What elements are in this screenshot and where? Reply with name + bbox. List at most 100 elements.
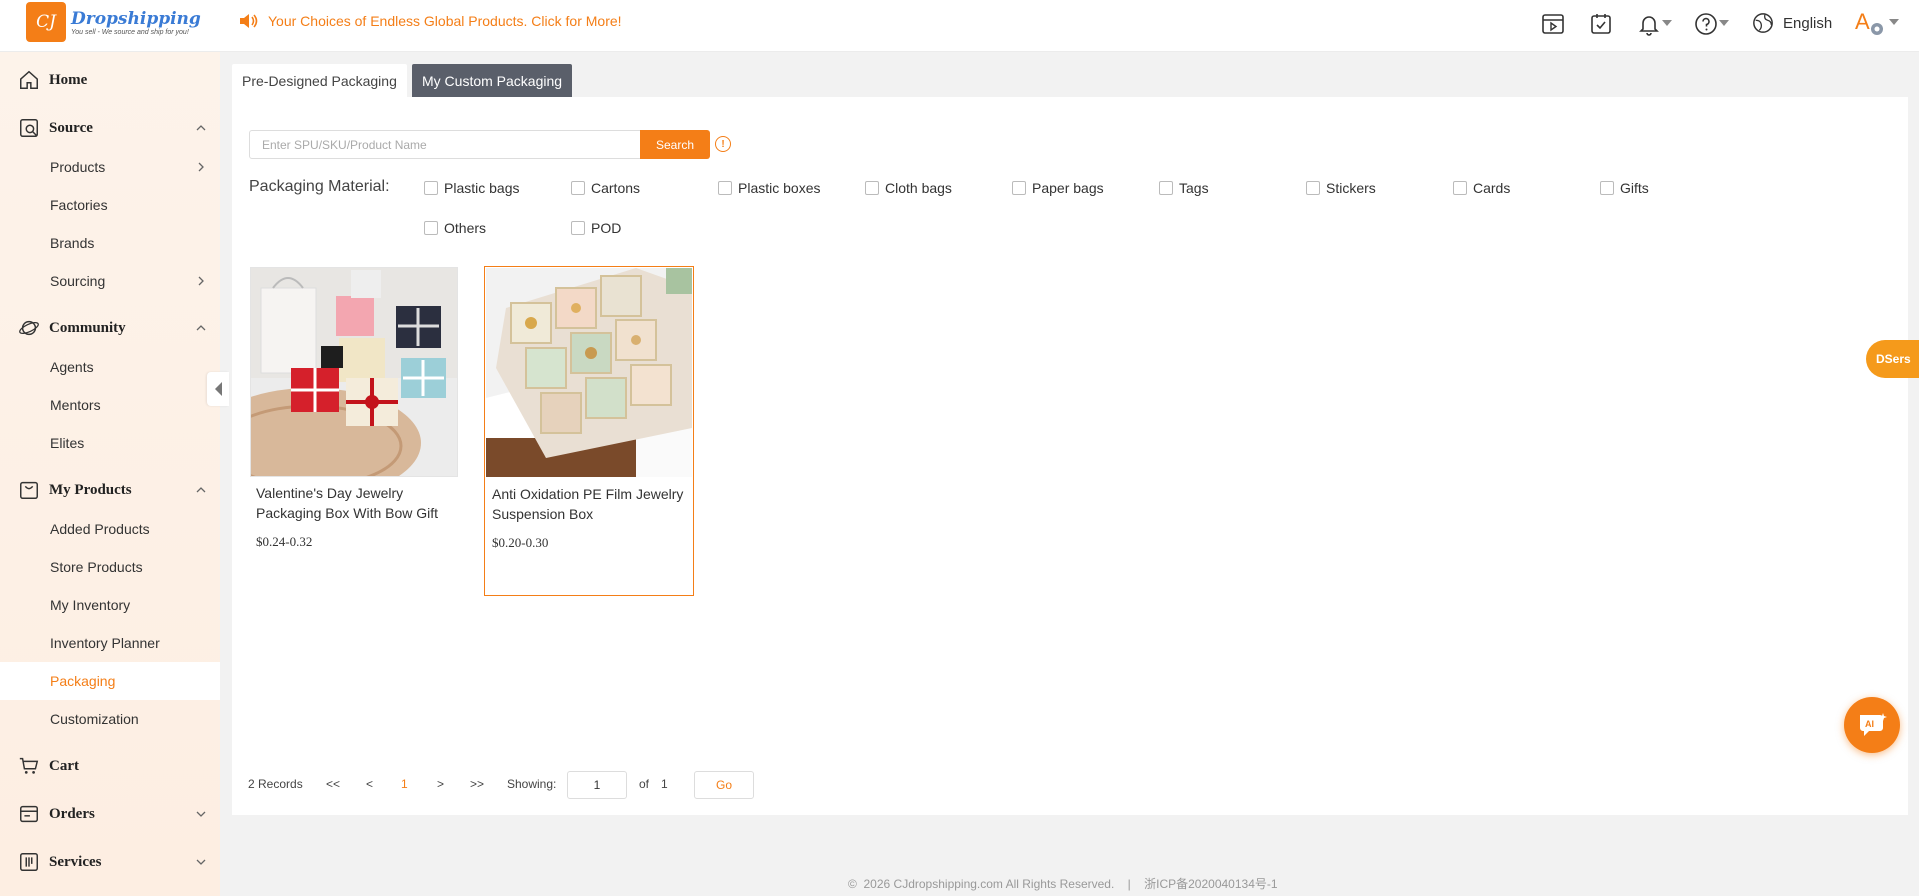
sidebar-item-my-inventory[interactable]: My Inventory [0, 586, 220, 624]
last-page-button[interactable]: >> [470, 777, 484, 791]
page-number-input[interactable] [567, 771, 627, 799]
top-header: CJ Dropshipping You sell - We source and… [0, 0, 1919, 52]
chevron-right-icon [198, 162, 204, 172]
chat-bubble-icon: AI [1860, 713, 1887, 736]
filter-cards[interactable]: Cards [1453, 180, 1510, 196]
tab-my-custom-packaging[interactable]: My Custom Packaging [412, 64, 573, 97]
sidebar-item-sourcing[interactable]: Sourcing [0, 262, 220, 300]
sidebar-item-elites[interactable]: Elites [0, 424, 220, 462]
sidebar-group-label: Orders [49, 805, 95, 822]
filter-gifts[interactable]: Gifts [1600, 180, 1649, 196]
sidebar-item-store-products[interactable]: Store Products [0, 548, 220, 586]
filter-others[interactable]: Others [424, 220, 486, 236]
globe-icon [1753, 13, 1773, 33]
checkbox[interactable] [1159, 181, 1173, 195]
checkbox[interactable] [1453, 181, 1467, 195]
product-card[interactable]: Anti Oxidation PE Film Jewelry Suspensio… [484, 266, 694, 596]
chevron-up-icon [196, 487, 206, 493]
sidebar-group-orders[interactable]: Orders [0, 795, 220, 833]
sidebar-collapse-toggle[interactable] [207, 372, 229, 406]
checkbox[interactable] [1012, 181, 1026, 195]
box-icon [20, 481, 38, 499]
sidebar-group-label: Cart [49, 757, 79, 774]
sidebar-item-brands[interactable]: Brands [0, 224, 220, 262]
sidebar-group-my-products[interactable]: My Products [0, 471, 220, 509]
filter-stickers[interactable]: Stickers [1306, 180, 1376, 196]
filter-paper-bags[interactable]: Paper bags [1012, 180, 1104, 196]
bell-dropdown-caret[interactable] [1662, 20, 1672, 26]
sidebar-group-label: Community [49, 319, 126, 336]
sidebar-item-inventory-planner[interactable]: Inventory Planner [0, 624, 220, 662]
cart-icon [19, 757, 39, 774]
product-title[interactable]: Valentine's Day Jewelry Packaging Box Wi… [256, 483, 452, 523]
sidebar-item-products[interactable]: Products [0, 148, 220, 186]
tab-pre-designed-packaging[interactable]: Pre-Designed Packaging [232, 64, 407, 97]
filter-cloth-bags[interactable]: Cloth bags [865, 180, 952, 196]
sidebar-group-label: Source [49, 119, 93, 136]
filter-plastic-boxes[interactable]: Plastic boxes [718, 180, 820, 196]
showing-label: Showing: [507, 777, 557, 791]
sidebar-item-packaging[interactable]: Packaging [0, 662, 220, 700]
checkbox[interactable] [571, 181, 585, 195]
ai-assistant-button[interactable]: AI [1844, 697, 1900, 753]
avatar-dropdown-caret[interactable] [1889, 19, 1899, 25]
ai-label: AI [1865, 719, 1874, 729]
product-image[interactable] [250, 267, 458, 477]
home-icon [20, 70, 38, 89]
sidebar-item-added-products[interactable]: Added Products [0, 510, 220, 548]
filter-pod[interactable]: POD [571, 220, 621, 236]
next-page-button[interactable]: > [437, 777, 444, 791]
checkbox[interactable] [1600, 181, 1614, 195]
sidebar-item-factories[interactable]: Factories [0, 186, 220, 224]
task-check-icon[interactable] [1589, 12, 1613, 36]
info-icon[interactable]: ! [715, 136, 731, 152]
checkbox[interactable] [571, 221, 585, 235]
video-icon[interactable] [1541, 12, 1565, 36]
sidebar-group-services[interactable]: Services [0, 843, 220, 881]
checkbox[interactable] [1306, 181, 1320, 195]
filter-cartons[interactable]: Cartons [571, 180, 640, 196]
announcement-text: Your Choices of Endless Global Products.… [268, 13, 622, 29]
product-price: $0.24-0.32 [256, 534, 313, 549]
checkbox[interactable] [865, 181, 879, 195]
copyright-text: © 2026 CJdropshipping.com All Rights Res… [848, 877, 1115, 891]
cj-logo[interactable]: CJ Dropshipping You sell - We source and… [26, 2, 201, 42]
product-card[interactable]: Valentine's Day Jewelry Packaging Box Wi… [249, 266, 459, 596]
checkbox[interactable] [718, 181, 732, 195]
sidebar-group-label: Services [49, 853, 102, 870]
chevron-down-icon [196, 859, 206, 865]
sidebar-group-home[interactable]: Home [0, 61, 220, 99]
filter-plastic-bags[interactable]: Plastic bags [424, 180, 519, 196]
announcement-banner[interactable]: Your Choices of Endless Global Products.… [239, 13, 622, 29]
sidebar-item-agents[interactable]: Agents [0, 348, 220, 386]
icp-link[interactable]: 浙ICP备2020040134号-1 [1144, 877, 1277, 891]
logo-tagline: You sell - We source and ship for you! [71, 28, 189, 36]
sidebar-group-community[interactable]: Community [0, 309, 220, 347]
filter-tags[interactable]: Tags [1159, 180, 1209, 196]
go-button[interactable]: Go [694, 771, 754, 799]
avatar-letter: A [1855, 9, 1870, 34]
language-selector[interactable]: English [1752, 12, 1832, 34]
logo-mark: CJ [26, 2, 66, 42]
help-icon[interactable] [1694, 12, 1718, 36]
sidebar-item-mentors[interactable]: Mentors [0, 386, 220, 424]
checkbox[interactable] [424, 221, 438, 235]
prev-page-button[interactable]: < [366, 777, 373, 791]
of-label: of [639, 777, 650, 791]
current-page[interactable]: 1 [401, 777, 408, 791]
sidebar-group-source[interactable]: Source [0, 109, 220, 147]
chevron-up-icon [196, 325, 206, 331]
sidebar-item-customization[interactable]: Customization [0, 700, 220, 738]
product-image[interactable] [486, 268, 692, 477]
checkbox[interactable] [424, 181, 438, 195]
first-page-button[interactable]: << [326, 777, 340, 791]
product-title[interactable]: Anti Oxidation PE Film Jewelry Suspensio… [492, 484, 688, 524]
bell-icon[interactable] [1637, 12, 1661, 36]
community-icon [19, 320, 39, 336]
sidebar-group-cart[interactable]: Cart [0, 747, 220, 785]
avatar[interactable]: A [1855, 9, 1885, 39]
search-input[interactable] [249, 130, 641, 159]
search-button[interactable]: Search [640, 130, 710, 159]
help-dropdown-caret[interactable] [1719, 20, 1729, 26]
dsers-button[interactable]: DSers [1866, 340, 1919, 378]
